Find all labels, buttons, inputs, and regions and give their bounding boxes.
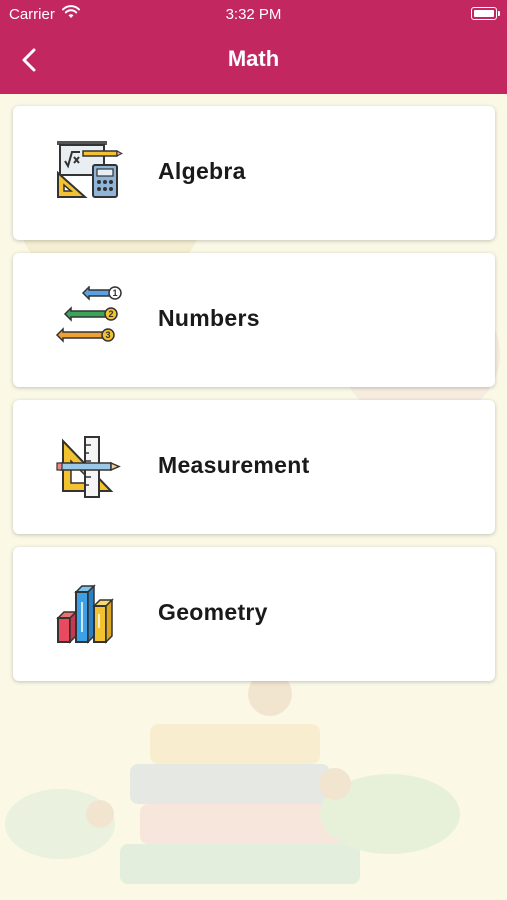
measurement-icon [56, 436, 121, 498]
category-label-algebra: Algebra [158, 158, 246, 184]
status-bar: Carrier 3:32 PM [0, 0, 507, 28]
category-label-measurement: Measurement [158, 452, 310, 478]
svg-text:3: 3 [105, 330, 110, 340]
geometry-icon [56, 584, 114, 644]
category-card-algebra[interactable]: Algebra [13, 106, 495, 240]
category-card-geometry[interactable]: Geometry [13, 547, 495, 681]
battery-icon [471, 7, 500, 20]
svg-text:1: 1 [112, 288, 117, 298]
svg-text:2: 2 [108, 309, 113, 319]
category-label-geometry: Geometry [158, 599, 268, 625]
category-card-measurement[interactable]: Measurement [13, 400, 495, 534]
header-bar: Carrier 3:32 PM Math [0, 0, 507, 94]
page-title: Math [227, 46, 280, 71]
navigation-bar: Math [0, 28, 507, 92]
category-card-numbers[interactable]: 1 2 3 Numbers [13, 253, 495, 387]
numbers-icon: 1 2 3 [55, 286, 122, 343]
category-label-numbers: Numbers [158, 305, 260, 331]
algebra-icon [57, 141, 123, 198]
status-time: 3:32 PM [225, 6, 282, 23]
